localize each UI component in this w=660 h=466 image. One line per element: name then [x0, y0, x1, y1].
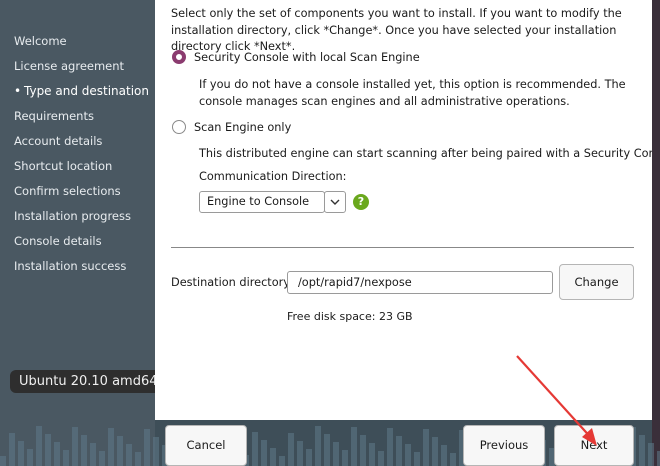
sidebar-item-console-details: Console details: [14, 233, 149, 258]
os-label: Ubuntu 20.10 amd64: [10, 370, 167, 393]
intro-text: Select only the set of components you wa…: [171, 7, 622, 53]
sidebar-item-label: Installation success: [14, 259, 127, 273]
sidebar-item-installation-progress: Installation progress: [14, 208, 149, 233]
sidebar: Welcome License agreement • Type and destin…: [0, 0, 155, 466]
free-disk-space: Free disk space: 23 GB: [287, 310, 413, 323]
sidebar-item-label: Installation progress: [14, 209, 131, 223]
sidebar-item-label: Welcome: [14, 34, 67, 48]
scan-engine-description: This distributed engine can start scanni…: [199, 147, 660, 160]
window-edge: [652, 0, 660, 466]
sidebar-item-installation-success: Installation success: [14, 258, 149, 283]
radio-security-console[interactable]: [172, 50, 186, 64]
security-console-description: If you do not have a console installed y…: [199, 78, 626, 108]
sidebar-item-requirements: Requirements: [14, 108, 149, 133]
previous-button[interactable]: Previous: [463, 425, 545, 466]
sidebar-item-welcome: Welcome: [14, 33, 149, 58]
radio-scan-engine[interactable]: [172, 120, 186, 134]
active-step-bullet: •: [14, 84, 22, 98]
sidebar-item-account-details: Account details: [14, 133, 149, 158]
sidebar-item-shortcut-location: Shortcut location: [14, 158, 149, 183]
radio-scan-engine-label[interactable]: Scan Engine only: [194, 121, 291, 134]
sidebar-item-label: Requirements: [14, 109, 94, 123]
chevron-down-icon[interactable]: [324, 191, 346, 213]
sidebar-item-license-agreement: License agreement: [14, 58, 149, 83]
sidebar-item-confirm-selections: Confirm selections: [14, 183, 149, 208]
sidebar-item-label: Account details: [14, 134, 103, 148]
sidebar-item-label: License agreement: [14, 59, 125, 73]
radio-security-console-label[interactable]: Security Console with local Scan Engine: [194, 51, 420, 64]
next-button[interactable]: Next: [554, 425, 634, 466]
sidebar-item-label: Confirm selections: [14, 184, 121, 198]
sidebar-item-label: Type and destination: [24, 84, 150, 98]
main-panel: Select only the set of components you wa…: [155, 0, 660, 420]
step-list: Welcome License agreement • Type and destin…: [14, 33, 149, 283]
section-divider: [171, 247, 634, 248]
communication-direction-select[interactable]: Engine to Console: [199, 191, 325, 213]
sidebar-item-label: Shortcut location: [14, 159, 113, 173]
communication-direction-label: Communication Direction:: [199, 170, 347, 183]
sidebar-item-label: Console details: [14, 234, 102, 248]
destination-input[interactable]: /opt/rapid7/nexpose: [287, 271, 553, 294]
sidebar-item-type-and-destination: • Type and destination: [14, 83, 149, 108]
destination-label: Destination directory:: [171, 276, 293, 289]
help-icon[interactable]: ?: [353, 194, 369, 210]
change-button[interactable]: Change: [559, 264, 634, 300]
cancel-button[interactable]: Cancel: [165, 425, 247, 466]
